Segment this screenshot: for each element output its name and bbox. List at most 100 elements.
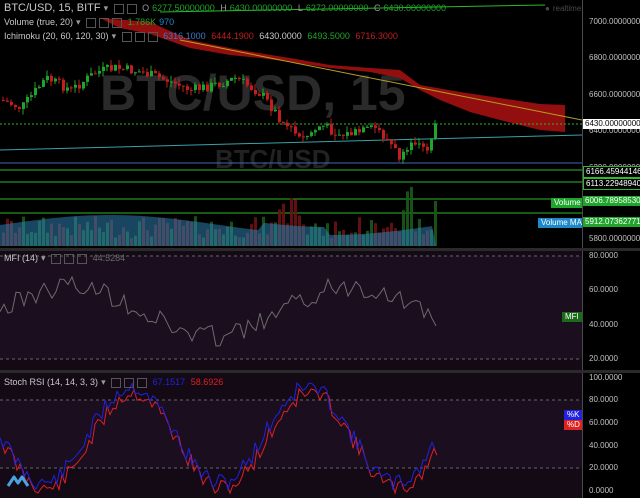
volume-bars (0, 186, 437, 246)
candle-body (150, 70, 153, 77)
candle-body (110, 65, 113, 71)
visibility-icon[interactable] (126, 3, 137, 14)
candle-body (10, 101, 13, 105)
candle-body (30, 95, 33, 98)
candle-body (70, 87, 73, 89)
mfi-axis[interactable]: 80.0000 60.0000 40.0000 20.0000 (582, 251, 640, 370)
candle-body (46, 75, 49, 81)
chevron-down-icon[interactable]: ▾ (41, 253, 46, 263)
candle-body (86, 75, 89, 82)
mfi-legend[interactable]: MFI (14) ▾ 44.5284 (4, 253, 128, 264)
stoch-axis[interactable]: 100.0000 80.0000 60.0000 40.0000 20.0000… (582, 373, 640, 498)
candle-body (134, 72, 137, 74)
stoch-legend[interactable]: Stoch RSI (14, 14, 3, 3) ▾ 67.1517 58.692… (4, 377, 226, 388)
candle-body (50, 75, 53, 82)
candle-body (322, 125, 325, 127)
open-label: O (142, 3, 150, 13)
settings-icon[interactable] (86, 17, 97, 28)
chevron-down-icon[interactable]: ▾ (104, 3, 109, 13)
candle-body (350, 132, 353, 136)
stoch-d-value: 58.6926 (190, 377, 224, 387)
candle-body (182, 85, 185, 87)
stoch-k-value: 67.1517 (152, 377, 186, 387)
candle-body (306, 135, 309, 137)
close-icon[interactable] (147, 31, 158, 42)
close-icon[interactable] (137, 377, 148, 388)
mfi-indicator-name[interactable]: MFI (14) (4, 253, 38, 263)
stoch-tick: 0.0000 (589, 486, 614, 495)
volume-ma-tag: Volume MA (538, 218, 585, 228)
candle-body (158, 73, 161, 78)
price-tick: 6600.00000000 (589, 90, 640, 99)
ichimoku-indicator-name[interactable]: Ichimoku (20, 60, 120, 30) (4, 31, 109, 41)
mfi-tick: 40.0000 (589, 320, 618, 329)
candle-body (154, 70, 157, 74)
volume-indicator-name[interactable]: Volume (true, 20) (4, 17, 73, 27)
candle-body (250, 85, 253, 90)
candle-body (74, 84, 77, 88)
candle-body (18, 107, 21, 109)
visibility-icon[interactable] (124, 377, 135, 388)
mfi-pane[interactable]: MFI (14) ▾ 44.5284 MFI 80.0000 60.0000 40… (0, 251, 640, 370)
candle-body (106, 65, 109, 67)
visibility-icon[interactable] (99, 17, 110, 28)
candle-body (2, 100, 5, 101)
candle-body (354, 129, 357, 136)
stoch-tick: 60.0000 (589, 418, 618, 427)
chevron-down-icon[interactable]: ▾ (112, 31, 117, 41)
candle-body (114, 64, 117, 71)
candle-body (6, 100, 9, 102)
volume-value-2: 970 (159, 17, 175, 27)
symbol-title[interactable]: BTC/USD, 15, BITF (4, 2, 101, 14)
candle-body (334, 134, 337, 136)
visibility-icon[interactable] (64, 253, 75, 264)
volume-legend[interactable]: Volume (true, 20) ▾ 1.786K 970 (4, 17, 177, 28)
stoch-indicator-name[interactable]: Stoch RSI (14, 14, 3, 3) (4, 377, 98, 387)
candle-body (378, 127, 381, 130)
close-icon[interactable] (77, 253, 88, 264)
candle-body (230, 77, 233, 81)
candle-body (266, 92, 269, 100)
candle-body (218, 82, 221, 87)
candle-body (174, 81, 177, 84)
candle-body (186, 86, 189, 90)
close-icon[interactable] (112, 17, 123, 28)
chevron-down-icon[interactable]: ▾ (76, 17, 81, 27)
candle-body (342, 134, 345, 136)
low-label: L (297, 3, 303, 13)
stoch-chart[interactable] (0, 373, 582, 498)
settings-icon[interactable] (121, 31, 132, 42)
settings-icon[interactable] (111, 377, 122, 388)
candle-body (434, 123, 437, 139)
candle-body (78, 84, 81, 89)
candle-body (122, 68, 125, 70)
candle-body (202, 84, 205, 90)
level-label-2: 6113.22948940 (583, 178, 640, 190)
chevron-down-icon[interactable]: ▾ (101, 377, 106, 387)
last-price-label: 6430.00000000 (583, 119, 640, 129)
candle-body (126, 65, 129, 70)
mfi-chart[interactable] (0, 251, 582, 370)
candle-body (262, 92, 265, 96)
price-pane[interactable]: BTC/USD, 15 BTC/USD BTC/USD, 15, BITF ▾ O… (0, 0, 640, 248)
logo-icon[interactable] (6, 473, 30, 489)
candle-body (242, 78, 245, 80)
candle-body (318, 126, 321, 131)
visibility-icon[interactable] (134, 31, 145, 42)
candle-body (38, 86, 41, 88)
settings-icon[interactable] (51, 253, 62, 264)
ichimoku-legend[interactable]: Ichimoku (20, 60, 120, 30) ▾ 6316.1000 64… (4, 31, 401, 42)
candle-body (406, 149, 409, 152)
candle-body (366, 126, 369, 128)
stoch-pane[interactable]: Stoch RSI (14, 14, 3, 3) ▾ 67.1517 58.692… (0, 373, 640, 498)
candle-body (294, 126, 297, 134)
candle-body (194, 84, 197, 91)
volume-tag: Volume (551, 198, 584, 208)
ichimoku-value-5: 6716.3000 (355, 31, 398, 41)
candle-body (282, 122, 285, 124)
candle-body (382, 129, 385, 139)
candle-body (410, 142, 413, 150)
candle-body (130, 65, 133, 74)
candle-body (206, 84, 209, 92)
settings-icon[interactable] (113, 3, 124, 14)
